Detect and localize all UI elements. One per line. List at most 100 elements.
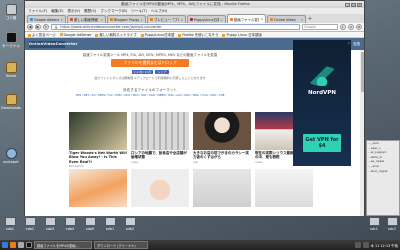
tab-preview[interactable]: プレビュー「ブログ× [147,15,186,23]
blogger-favicon-icon [150,18,153,21]
file-manager-icon[interactable] [18,242,24,248]
drive-sda2[interactable]: sda2 [22,217,38,231]
drive-sdb2[interactable]: sdb2 [122,217,138,231]
facebook-like-button[interactable]: いいね! 10万 [131,70,154,75]
page-scrollbar[interactable] [360,50,364,216]
tab-online-video[interactable]: Online Video × [267,15,306,23]
navigation-toolbar: ◀ ▶ ↻ 🔒 https://www.onlinevideoconverter… [25,23,364,32]
bookmark-item[interactable]: Google AdSense [60,33,92,37]
search-input[interactable]: Google [302,24,338,30]
desktop-icon-quickpet[interactable]: quickpet [1,148,21,164]
ad-cta-button[interactable]: Get VPN for $4 [303,134,341,152]
ad-close-icon[interactable]: × [347,41,350,45]
bookmark-item[interactable]: Puppy Linux 日本語版 [222,32,261,37]
start-menu-icon[interactable] [2,242,8,248]
ad-image[interactable] [69,169,127,207]
home-icon[interactable]: ⌂ [348,24,354,30]
scrollbar-thumb[interactable] [360,52,364,92]
maximize-button[interactable]: □ [351,2,356,7]
file-list-item[interactable]: ...shor_ripple [367,169,399,174]
upload-file-button[interactable]: ファイルを選択またはドロップ [111,59,189,68]
tab-close-icon[interactable]: × [300,18,303,22]
menu-edit[interactable]: 編集(E) [51,9,63,14]
menu-file[interactable]: ファイル(F) [28,9,47,14]
menu-history[interactable]: 履歴(S) [84,9,96,14]
desktop-icon-terminal[interactable]: ターミナル [1,32,21,48]
minimize-button[interactable]: _ [345,2,350,7]
forward-icon[interactable]: ▶ [35,24,41,30]
tab-close-icon[interactable]: × [220,18,223,22]
menu-view[interactable]: 表示(V) [68,9,80,14]
converter-favicon-icon [270,18,273,21]
tab-close-icon[interactable]: × [180,18,183,22]
ad-tile[interactable]: 大きなお店の前でがまのカラシー実力者のくずはがら ads [193,112,251,168]
formats-list[interactable]: MP4 / MP3 / AVI / MPEG / FLV / WMV / MOV… [25,94,275,97]
drive-sdc2[interactable]: sdc2 [384,217,400,231]
tab-video-info[interactable]: 楽しい動画情報 × [67,15,106,23]
tab-google-adsense[interactable]: Google Adsense × [27,15,66,23]
tab-close-icon[interactable]: × [260,17,263,21]
firefox-launcher-icon[interactable] [10,242,16,248]
tab-close-icon[interactable]: × [100,18,103,22]
clock[interactable]: 木 11 12:13 午後 [371,243,399,248]
ad-image[interactable] [131,169,189,207]
quickpet-icon [5,148,17,159]
ad-caption: Tiger Woods's Net Worth Will Blow You Aw… [69,151,127,164]
drive-sda3[interactable]: sda3 [42,217,58,231]
reload-icon[interactable]: ↻ [43,24,49,30]
nordvpn-side-ad[interactable]: × NordVPN Get VPN for $4 [293,40,351,166]
site-nav-language[interactable]: 言語 [353,42,360,47]
tab-video-converter[interactable]: 動画ファイル変換 × [227,14,266,23]
tab-blogger[interactable]: Blogger: Puppy × [107,15,146,23]
drive-icon [104,217,116,226]
back-icon[interactable]: ◀ [27,24,33,30]
desktop-icon-trash[interactable]: ゴミ箱 [1,4,21,20]
tab-close-icon[interactable]: × [60,18,63,22]
lead-text: 高速ファイル変換ツール MP4, FLV, AVI, MOV, MPEG, MK… [82,53,218,57]
menu-icon[interactable]: ≡ [356,24,362,30]
desktop-icon-downloads[interactable]: Downloads [1,94,21,110]
ad-image[interactable] [193,169,251,207]
ad-tile[interactable]: Tiger Woods's Net Worth Will Blow You Aw… [69,112,127,168]
terminal-icon [5,32,17,43]
url-bar[interactable]: 🔒 https://www.onlinevideoconverter.com/j… [51,24,300,30]
terminal-launcher-icon[interactable] [26,242,32,248]
bookmark-item[interactable]: Firefox を使いこなそう [178,32,218,37]
facebook-share-button[interactable]: シェア [155,70,169,75]
ad-brand: NordVPN [308,90,336,96]
tab-close-icon[interactable]: × [140,18,143,22]
bookmark-item[interactable]: PuppyLinux日本語 [141,32,175,37]
window-title: 動画ファイルをMP4の動画(MP4、MP4、AVI)ファイルに変換 - Mozi… [121,2,250,6]
site-logo[interactable]: OnlineVideoConverter [29,40,77,48]
drive-sda1[interactable]: sda1 [2,217,18,231]
menu-help[interactable]: ヘルプ(H) [151,9,167,14]
trash-icon [5,4,17,15]
drive-icon [124,217,136,226]
social-buttons: いいね! 10万 シェア [25,70,275,75]
drive-sda4[interactable]: sda4 [62,217,78,231]
desktop-icon-home[interactable]: Home [1,62,21,78]
drive-icon [368,217,380,226]
menu-bookmarks[interactable]: ブックマーク(B) [100,9,127,14]
drive-icon [64,217,76,226]
ad-caption: 大きなお店の前でがまのカラシー実力者のくずはがら [193,151,249,160]
drive-icon [386,217,398,226]
new-tab-button[interactable]: + [307,16,313,23]
ad-tile[interactable]: ロシアの地震で、飲食店や全店舗が破壊状態 news [131,112,189,168]
drive-sda5[interactable]: sda5 [82,217,98,231]
taskbar-task-download[interactable]: ダウンロード (クリーナル) [94,241,148,249]
network-icon[interactable] [354,242,361,248]
bookmark-item[interactable]: 楽しい無料ネットライブ [95,32,136,37]
close-button[interactable]: × [357,2,362,7]
drive-sdc1[interactable]: sdc1 [366,217,382,231]
drive-sdb1[interactable]: sdb1 [102,217,118,231]
downloads-icon[interactable]: ↓ [340,24,346,30]
tab-puppylinux[interactable]: PuppyLinux日本 × [187,15,226,23]
bookmark-item[interactable]: よく見るページ [28,32,56,37]
blog-favicon-icon [70,18,73,21]
menu-tools[interactable]: ツール(T) [131,9,147,14]
volume-icon[interactable] [362,242,369,248]
ad-image[interactable] [255,169,313,207]
taskbar-task-firefox[interactable]: 動画ファイルをMP4の動画... [34,241,92,249]
window-titlebar[interactable]: 動画ファイルをMP4の動画(MP4、MP4、AVI)ファイルに変換 - Mozi… [25,1,364,8]
